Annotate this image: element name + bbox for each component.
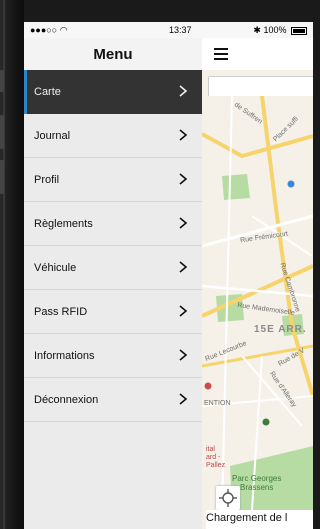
menu-item-label: Informations [34,349,95,362]
menu-item-label: Journal [34,129,71,142]
metro-marker [287,180,295,188]
park-marker [262,418,270,426]
hamburger-menu-icon[interactable] [214,48,228,60]
hospital-marker [204,382,212,390]
place-label: ENTION [204,400,231,407]
menu-item-pass-rfid[interactable]: Pass RFID [24,290,202,334]
menu-item-carte[interactable]: Carte [24,70,202,114]
menu-item-vehicule[interactable]: Véhicule [24,246,202,290]
chevron-right-icon [176,391,190,407]
map-panel[interactable]: de Suffren Place suffi Rue Frémicourt Ru… [202,38,313,529]
menu-item-label: Règlements [34,217,93,230]
map-toolbar [202,38,313,70]
battery-icon [291,26,307,35]
menu-item-informations[interactable]: Informations [24,334,202,378]
menu-item-label: Profil [34,173,60,186]
battery-percent: 100% [263,25,287,35]
chevron-right-icon [176,127,190,143]
menu-item-label: Carte [34,86,61,98]
hospital-label: ital ard - Pallez [206,446,226,469]
loading-status: Chargement de l [206,510,313,529]
signal-indicator: ●●●○○ ◠ [30,25,68,36]
district-label: 15E ARR. [254,324,307,335]
menu-item-deconnexion[interactable]: Déconnexion [24,378,202,422]
menu-item-reglements[interactable]: Règlements [24,202,202,246]
bluetooth-icon: ✱ [253,25,261,35]
mute-switch [0,70,4,92]
status-time: 13:37 [169,25,192,35]
chevron-right-icon [176,303,190,319]
chevron-right-icon [176,171,190,187]
chevron-right-icon [176,347,190,363]
status-bar: ●●●○○ ◠ 13:37 ✱ 100% [24,22,313,38]
menu-item-profil[interactable]: Profil [24,158,202,202]
signal-dots: ●●●○○ [30,25,58,35]
wifi-icon: ◠ [59,25,68,35]
crosshair-icon [219,489,237,507]
park-area [222,174,250,200]
menu-item-journal[interactable]: Journal [24,114,202,158]
device-bezel [0,0,24,529]
status-right: ✱ 100% [253,25,307,36]
volume-down-button [0,160,4,194]
menu-item-label: Véhicule [34,261,77,274]
menu-item-label: Pass RFID [34,305,88,318]
menu-title: Menu [24,38,202,70]
search-input[interactable] [208,76,313,98]
phone-screen: ●●●○○ ◠ 13:37 ✱ 100% Menu Carte Journal … [24,22,313,529]
side-menu-drawer: Menu Carte Journal Profil Règlements Véh… [24,38,202,529]
menu-item-label: Déconnexion [34,393,99,406]
volume-up-button [0,115,4,149]
chevron-right-icon [176,259,190,275]
chevron-right-icon [176,83,190,99]
locate-me-button[interactable] [216,486,240,510]
chevron-right-icon [176,215,190,231]
